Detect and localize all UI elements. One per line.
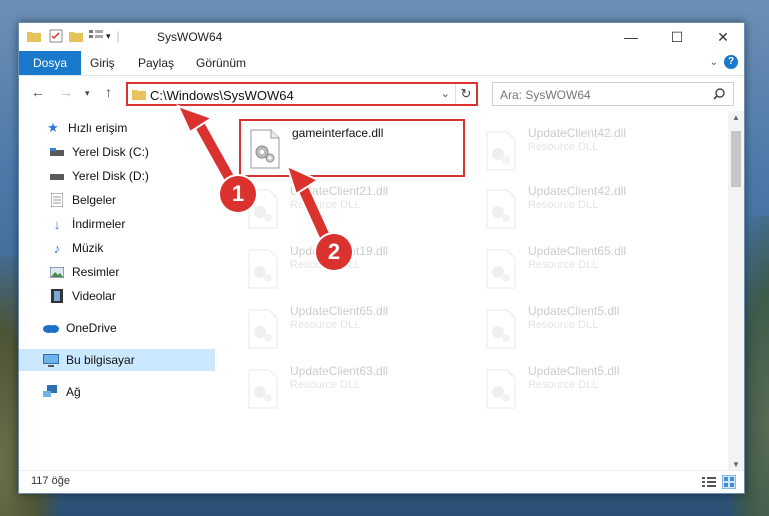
annotation-arrows bbox=[176, 104, 339, 255]
step-badge-2: 2 bbox=[316, 234, 352, 270]
step-badge-1: 1 bbox=[220, 176, 256, 212]
